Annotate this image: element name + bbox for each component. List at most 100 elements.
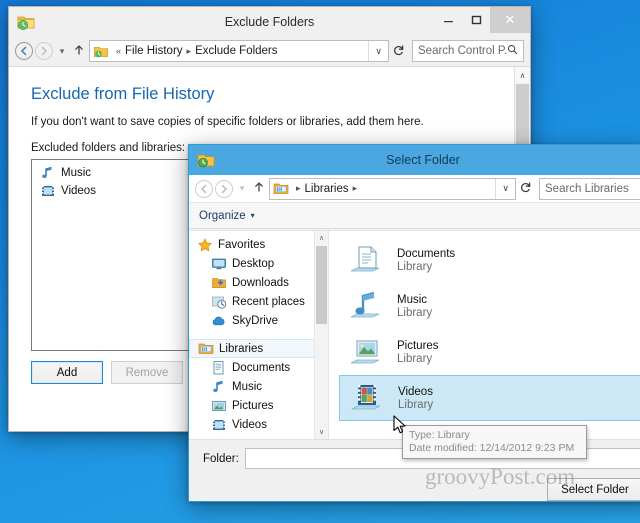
- window-controls[interactable]: ✕: [434, 7, 530, 37]
- sidebar-item-label: Music: [232, 380, 263, 393]
- scroll-up-arrow[interactable]: ∧: [515, 67, 530, 83]
- skydrive-icon: [211, 313, 227, 329]
- sidebar-item-libraries[interactable]: Libraries: [189, 339, 328, 358]
- add-button[interactable]: Add: [31, 361, 103, 384]
- refresh-icon[interactable]: [518, 181, 532, 196]
- search-icon: [507, 44, 518, 58]
- breadcrumb-separator: ▸: [186, 45, 192, 56]
- list-item-text: Pictures Library: [397, 340, 439, 365]
- music-icon: [40, 165, 56, 181]
- file-list-pane[interactable]: ∧ ∨ Documents Library: [329, 231, 640, 439]
- tooltip-date-line: Date modified: 12/14/2012 9:23 PM: [409, 442, 575, 454]
- search-input[interactable]: Search Libraries: [539, 177, 640, 200]
- exclude-folders-titlebar[interactable]: Exclude Folders ✕: [9, 7, 530, 37]
- file-history-icon: [17, 13, 35, 31]
- chevron-down-icon[interactable]: ▾: [251, 211, 255, 220]
- remove-button[interactable]: Remove: [111, 361, 183, 384]
- music-icon: [211, 379, 227, 395]
- search-placeholder: Search Control P...: [418, 45, 507, 57]
- nav-group-gap: [189, 330, 328, 339]
- list-item-subtitle: Library: [397, 260, 433, 273]
- select-folder-title: Select Folder: [386, 153, 460, 167]
- breadcrumb[interactable]: « File History ▸ Exclude Folders ∨: [89, 40, 389, 62]
- folder-label: Folder:: [203, 452, 239, 465]
- sidebar-item-label: Downloads: [232, 276, 289, 289]
- forward-button[interactable]: [215, 179, 233, 198]
- back-button[interactable]: [195, 179, 213, 198]
- back-button[interactable]: [15, 42, 33, 60]
- search-input[interactable]: Search Control P...: [412, 40, 524, 62]
- chevron-down-icon[interactable]: ∨: [495, 178, 515, 199]
- pictures-icon: [211, 398, 227, 414]
- list-item-name: Videos: [398, 385, 433, 398]
- breadcrumb-item-libraries[interactable]: Libraries: [305, 183, 349, 195]
- scrollbar-thumb[interactable]: [316, 246, 327, 324]
- sidebar-item-favorites[interactable]: Favorites: [189, 235, 328, 254]
- file-history-icon: [93, 44, 109, 59]
- sidebar-item-label: Pictures: [232, 399, 274, 412]
- breadcrumb[interactable]: ▸ Libraries ▸ ∨: [269, 177, 516, 200]
- documents-library-icon: [347, 241, 385, 279]
- refresh-icon[interactable]: [391, 44, 405, 59]
- scroll-down-arrow[interactable]: ∨: [315, 425, 328, 439]
- navigation-pane[interactable]: ∧ ∨ Favorites Desktop Downloads Recent p…: [189, 231, 329, 439]
- sidebar-item-downloads[interactable]: Downloads: [189, 273, 328, 292]
- list-item[interactable]: Pictures Library: [339, 329, 640, 375]
- libraries-icon: [273, 181, 289, 196]
- page-title: Exclude from File History: [31, 85, 215, 103]
- select-folder-body: ∧ ∨ Favorites Desktop Downloads Recent p…: [189, 230, 640, 439]
- sidebar-item-documents[interactable]: Documents: [189, 358, 328, 377]
- forward-button[interactable]: [35, 42, 53, 60]
- list-item[interactable]: Videos Library: [339, 375, 640, 421]
- list-item-label: Music: [61, 167, 92, 179]
- select-folder-toolbar[interactable]: Organize ▾: [189, 203, 640, 229]
- sidebar-item-music[interactable]: Music: [189, 377, 328, 396]
- breadcrumb-item-file-history[interactable]: File History: [125, 45, 183, 57]
- sidebar-item-label: Recent places: [232, 295, 305, 308]
- sidebar-item-label: Documents: [232, 361, 291, 374]
- breadcrumb-chevrons: «: [116, 46, 122, 56]
- watermark: groovyPost.com: [425, 464, 576, 489]
- add-button-label: Add: [56, 366, 78, 379]
- mouse-cursor: [393, 415, 409, 442]
- history-dropdown-icon[interactable]: ▾: [235, 183, 249, 194]
- breadcrumb-separator-trailing: ▸: [352, 183, 358, 193]
- downloads-icon: [211, 275, 227, 291]
- maximize-button[interactable]: [462, 7, 490, 33]
- minimize-button[interactable]: [434, 7, 462, 33]
- chevron-down-icon[interactable]: ∨: [368, 41, 388, 61]
- libraries-icon: [198, 341, 214, 357]
- tooltip-type-line: Type: Library: [409, 429, 470, 441]
- sidebar-item-skydrive[interactable]: SkyDrive: [189, 311, 328, 330]
- breadcrumb-item-exclude-folders[interactable]: Exclude Folders: [195, 45, 277, 57]
- scroll-up-arrow[interactable]: ∧: [315, 231, 328, 245]
- sidebar-item-desktop[interactable]: Desktop: [189, 254, 328, 273]
- exclude-folders-address-bar[interactable]: ▾ « File History ▸ Exclude Folders ∨ Sea…: [9, 37, 530, 65]
- close-button[interactable]: ✕: [490, 7, 530, 33]
- select-folder-titlebar[interactable]: Select Folder: [189, 145, 640, 175]
- list-item-name: Documents: [397, 247, 456, 260]
- list-item-subtitle: Library: [397, 306, 433, 319]
- list-item-name: Pictures: [397, 339, 439, 352]
- close-icon: ✕: [504, 12, 516, 27]
- navigation-scrollbar[interactable]: ∧ ∨: [314, 231, 328, 439]
- folder-history-icon: [197, 151, 215, 169]
- select-folder-address-bar[interactable]: ▾ ▸ Libraries ▸ ∨ Search Libraries: [189, 175, 640, 203]
- search-placeholder: Search Libraries: [545, 182, 629, 195]
- history-dropdown-icon[interactable]: ▾: [55, 46, 69, 57]
- list-item[interactable]: Music Library: [339, 283, 640, 329]
- up-button[interactable]: [251, 181, 267, 196]
- sidebar-item-label: SkyDrive: [232, 314, 279, 327]
- list-item-label: Videos: [61, 185, 96, 197]
- list-item[interactable]: Documents Library: [339, 237, 640, 283]
- sidebar-item-videos[interactable]: Videos: [189, 415, 328, 434]
- breadcrumb-separator: ▸: [296, 183, 301, 193]
- up-button[interactable]: [71, 44, 87, 59]
- sidebar-item-label: Videos: [232, 418, 267, 431]
- organize-button[interactable]: Organize: [199, 210, 246, 222]
- sidebar-item-pictures[interactable]: Pictures: [189, 396, 328, 415]
- documents-icon: [211, 360, 227, 376]
- sidebar-item-label: Libraries: [219, 342, 264, 355]
- sidebar-item-recent-places[interactable]: Recent places: [189, 292, 328, 311]
- star-icon: [197, 237, 213, 253]
